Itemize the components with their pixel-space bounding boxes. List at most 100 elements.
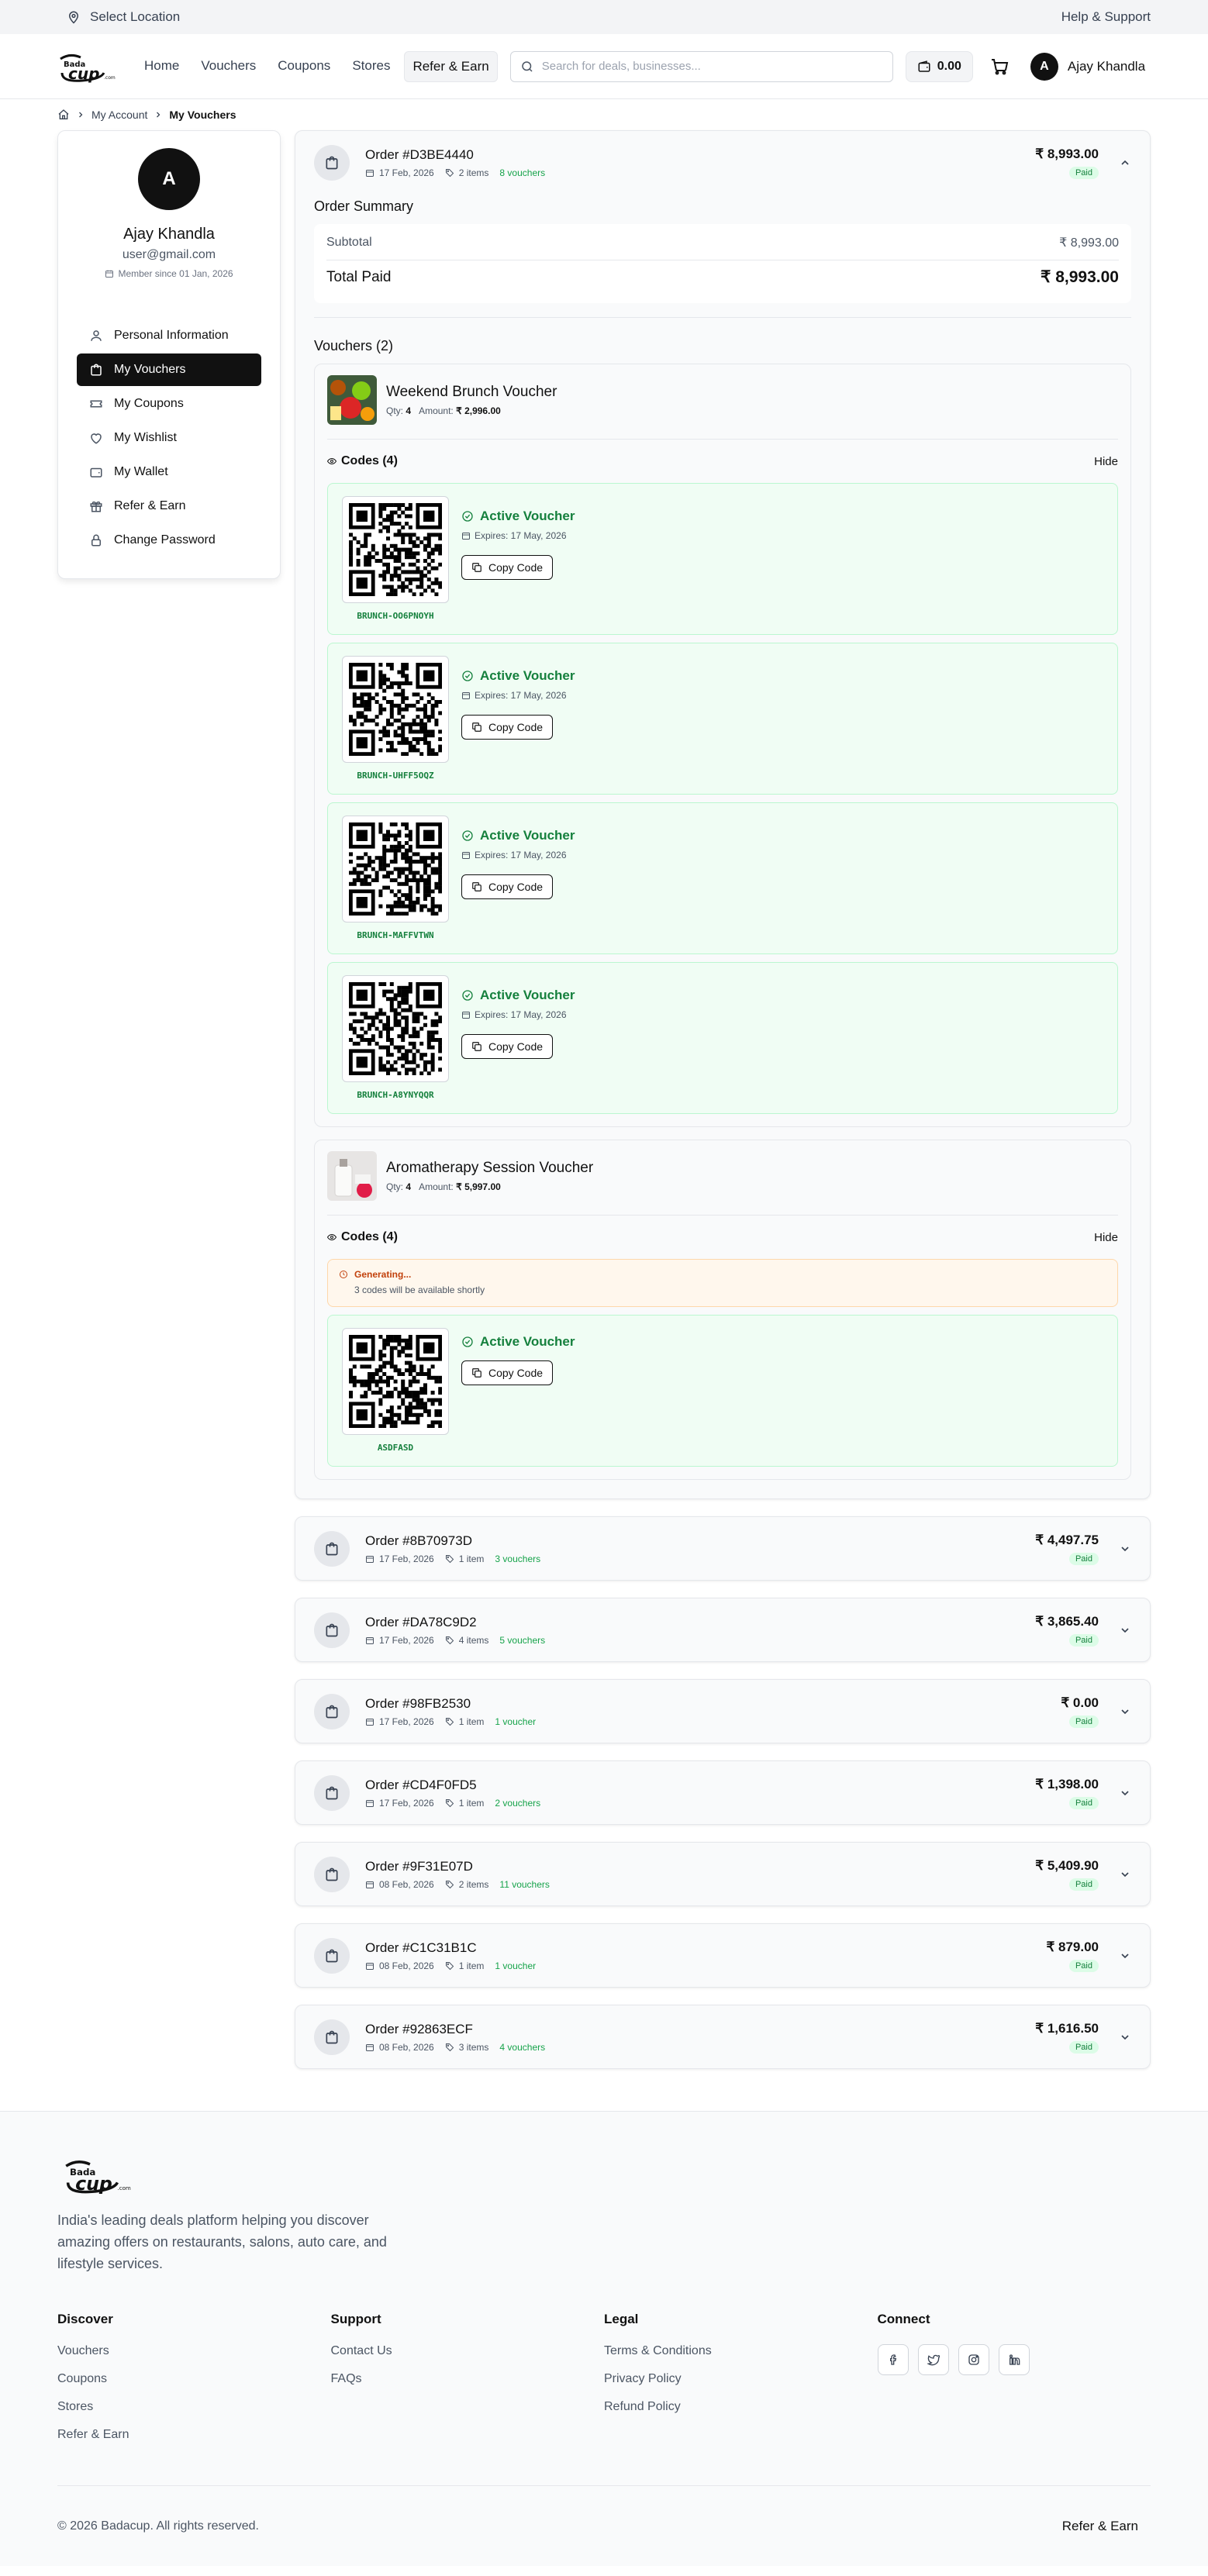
twitter-icon[interactable] (917, 2344, 949, 2375)
order-header[interactable]: Order #92863ECF 08 Feb, 2026 3 items 4 vouc… (295, 2005, 1150, 2068)
copy-code-button[interactable]: Copy Code (461, 874, 554, 899)
order-details: Order Summary Subtotal ₹ 8,993.00 Total … (295, 198, 1150, 1498)
copyright: © 2026 Badacup. All rights reserved. (57, 2519, 259, 2533)
generating-title: Generating... (354, 1269, 412, 1280)
sidebar-item-personal-info[interactable]: Personal Information (77, 319, 261, 352)
footer-heading: Discover (57, 2312, 113, 2326)
chevron-down-icon[interactable] (1119, 1624, 1131, 1636)
footer-refer-link[interactable]: Refer & Earn (1062, 2519, 1151, 2534)
calendar-icon (365, 2043, 374, 2052)
footer-discover: Discover Vouchers Coupons Stores Refer &… (57, 2312, 331, 2456)
calendar-icon (461, 850, 471, 860)
footer-columns: Discover Vouchers Coupons Stores Refer &… (57, 2312, 1151, 2456)
copy-icon (471, 722, 482, 733)
footer-link[interactable]: Refer & Earn (57, 2428, 331, 2442)
vouchers-title: Vouchers (2) (314, 338, 394, 353)
footer-link[interactable]: Contact Us (331, 2344, 605, 2358)
check-circle-icon (461, 1336, 474, 1348)
sidebar-item-my-wishlist[interactable]: My Wishlist (77, 422, 261, 454)
nav-refer-earn[interactable]: Refer & Earn (404, 50, 498, 82)
copy-code-button[interactable]: Copy Code (461, 1360, 554, 1385)
chevron-down-icon[interactable] (1119, 1787, 1131, 1799)
breadcrumb-account[interactable]: My Account (91, 109, 147, 121)
order-amount: ₹ 4,497.75 (1035, 1532, 1099, 1547)
order-items: 3 items (458, 2041, 489, 2053)
hide-codes-button[interactable]: Hide (1094, 1231, 1118, 1244)
footer-link[interactable]: Coupons (57, 2372, 331, 2386)
brand-logo[interactable]: Bada cup .com (57, 48, 121, 85)
sidebar-item-my-vouchers[interactable]: My Vouchers (77, 353, 261, 386)
generating-text: 3 codes will be available shortly (354, 1285, 485, 1295)
chevron-right-icon (154, 110, 163, 119)
status-badge: Paid (1068, 1878, 1099, 1891)
order-meta: 17 Feb, 2026 4 items 5 vouchers (365, 1635, 1035, 1646)
order-header[interactable]: Order #C1C31B1C 08 Feb, 2026 1 item 1 vouch… (295, 1924, 1150, 1987)
voucher-code-card: BRUNCH-OO6PNOYH Active Voucher Expires: … (327, 483, 1118, 635)
nav-home[interactable]: Home (136, 51, 187, 82)
breadcrumb-current: My Vouchers (169, 109, 236, 121)
wallet-button[interactable]: 0.00 (905, 50, 973, 82)
cart-button[interactable] (990, 57, 1009, 76)
svg-text:.com: .com (104, 75, 116, 81)
footer-link[interactable]: Terms & Conditions (604, 2344, 878, 2358)
subtotal-value: ₹ 8,993.00 (1059, 236, 1119, 250)
search-input[interactable] (541, 60, 883, 73)
order-header[interactable]: Order #98FB2530 17 Feb, 2026 1 item 1 vouch… (295, 1680, 1150, 1743)
order-header[interactable]: Order #CD4F0FD5 17 Feb, 2026 1 item 2 vouch… (295, 1761, 1150, 1824)
chevron-down-icon[interactable] (1119, 1868, 1131, 1881)
heart-icon (89, 431, 103, 445)
calendar-icon (365, 168, 374, 178)
chevron-up-icon[interactable] (1119, 157, 1131, 169)
order-header[interactable]: Order #9F31E07D 08 Feb, 2026 2 items 11 vou… (295, 1843, 1150, 1905)
sidebar-item-change-password[interactable]: Change Password (77, 524, 261, 557)
check-circle-icon (461, 670, 474, 682)
check-circle-icon (461, 510, 474, 522)
nav-coupons[interactable]: Coupons (270, 51, 338, 82)
voucher-status: Active Voucher (480, 668, 575, 683)
order-meta: 08 Feb, 2026 3 items 4 vouchers (365, 2042, 1035, 2053)
footer-link[interactable]: Privacy Policy (604, 2372, 878, 2386)
codes-label: Codes (4) (341, 454, 398, 467)
nav-stores[interactable]: Stores (344, 51, 398, 82)
order-id: Order #98FB2530 (365, 1695, 471, 1711)
chevron-down-icon[interactable] (1119, 1543, 1131, 1555)
footer-link[interactable]: FAQs (331, 2372, 605, 2386)
chevron-down-icon[interactable] (1119, 1950, 1131, 1962)
copy-code-button[interactable]: Copy Code (461, 715, 554, 740)
calendar-icon (105, 269, 114, 278)
bag-icon (314, 1937, 350, 1974)
order-id: Order #9F31E07D (365, 1858, 473, 1874)
copy-code-button[interactable]: Copy Code (461, 1034, 554, 1059)
chevron-down-icon[interactable] (1119, 1705, 1131, 1718)
order-header[interactable]: Order #8B70973D 17 Feb, 2026 1 item 3 vouch… (295, 1517, 1150, 1580)
nav-vouchers[interactable]: Vouchers (193, 51, 264, 82)
clock-icon (339, 1270, 348, 1279)
order-header[interactable]: Order #D3BE4440 17 Feb, 2026 2 items 8 v… (295, 131, 1150, 194)
instagram-icon[interactable] (958, 2344, 989, 2375)
order-card: Order #DA78C9D2 17 Feb, 2026 4 items 5 vouc… (295, 1598, 1151, 1662)
home-icon[interactable] (57, 109, 70, 121)
footer-link[interactable]: Stores (57, 2400, 331, 2414)
copy-icon (471, 562, 482, 573)
order-items: 4 items (458, 1634, 489, 1646)
linkedin-icon[interactable] (998, 2344, 1030, 2375)
select-location[interactable]: Select Location (67, 9, 180, 25)
chevron-down-icon[interactable] (1119, 2031, 1131, 2043)
sidebar-item-refer-earn[interactable]: Refer & Earn (77, 490, 261, 522)
bag-icon (314, 1856, 350, 1892)
sidebar-item-my-coupons[interactable]: My Coupons (77, 388, 261, 420)
copy-code-button[interactable]: Copy Code (461, 555, 554, 580)
footer-logo[interactable]: Bada cup .com (57, 2155, 143, 2195)
footer-link[interactable]: Vouchers (57, 2344, 331, 2358)
user-menu[interactable]: A Ajay Khandla (1030, 52, 1145, 81)
voucher-code: BRUNCH-UHFF5OQZ (357, 771, 434, 781)
hide-codes-button[interactable]: Hide (1094, 455, 1118, 468)
sidebar-item-my-wallet[interactable]: My Wallet (77, 456, 261, 488)
bag-icon (314, 144, 350, 181)
order-amount: ₹ 879.00 (1046, 1939, 1099, 1954)
footer-link[interactable]: Refund Policy (604, 2400, 878, 2414)
breadcrumb: My Account My Vouchers (0, 99, 1208, 130)
facebook-icon[interactable] (877, 2344, 909, 2375)
help-support-link[interactable]: Help & Support (1061, 9, 1151, 25)
order-header[interactable]: Order #DA78C9D2 17 Feb, 2026 4 items 5 vouc… (295, 1598, 1150, 1661)
